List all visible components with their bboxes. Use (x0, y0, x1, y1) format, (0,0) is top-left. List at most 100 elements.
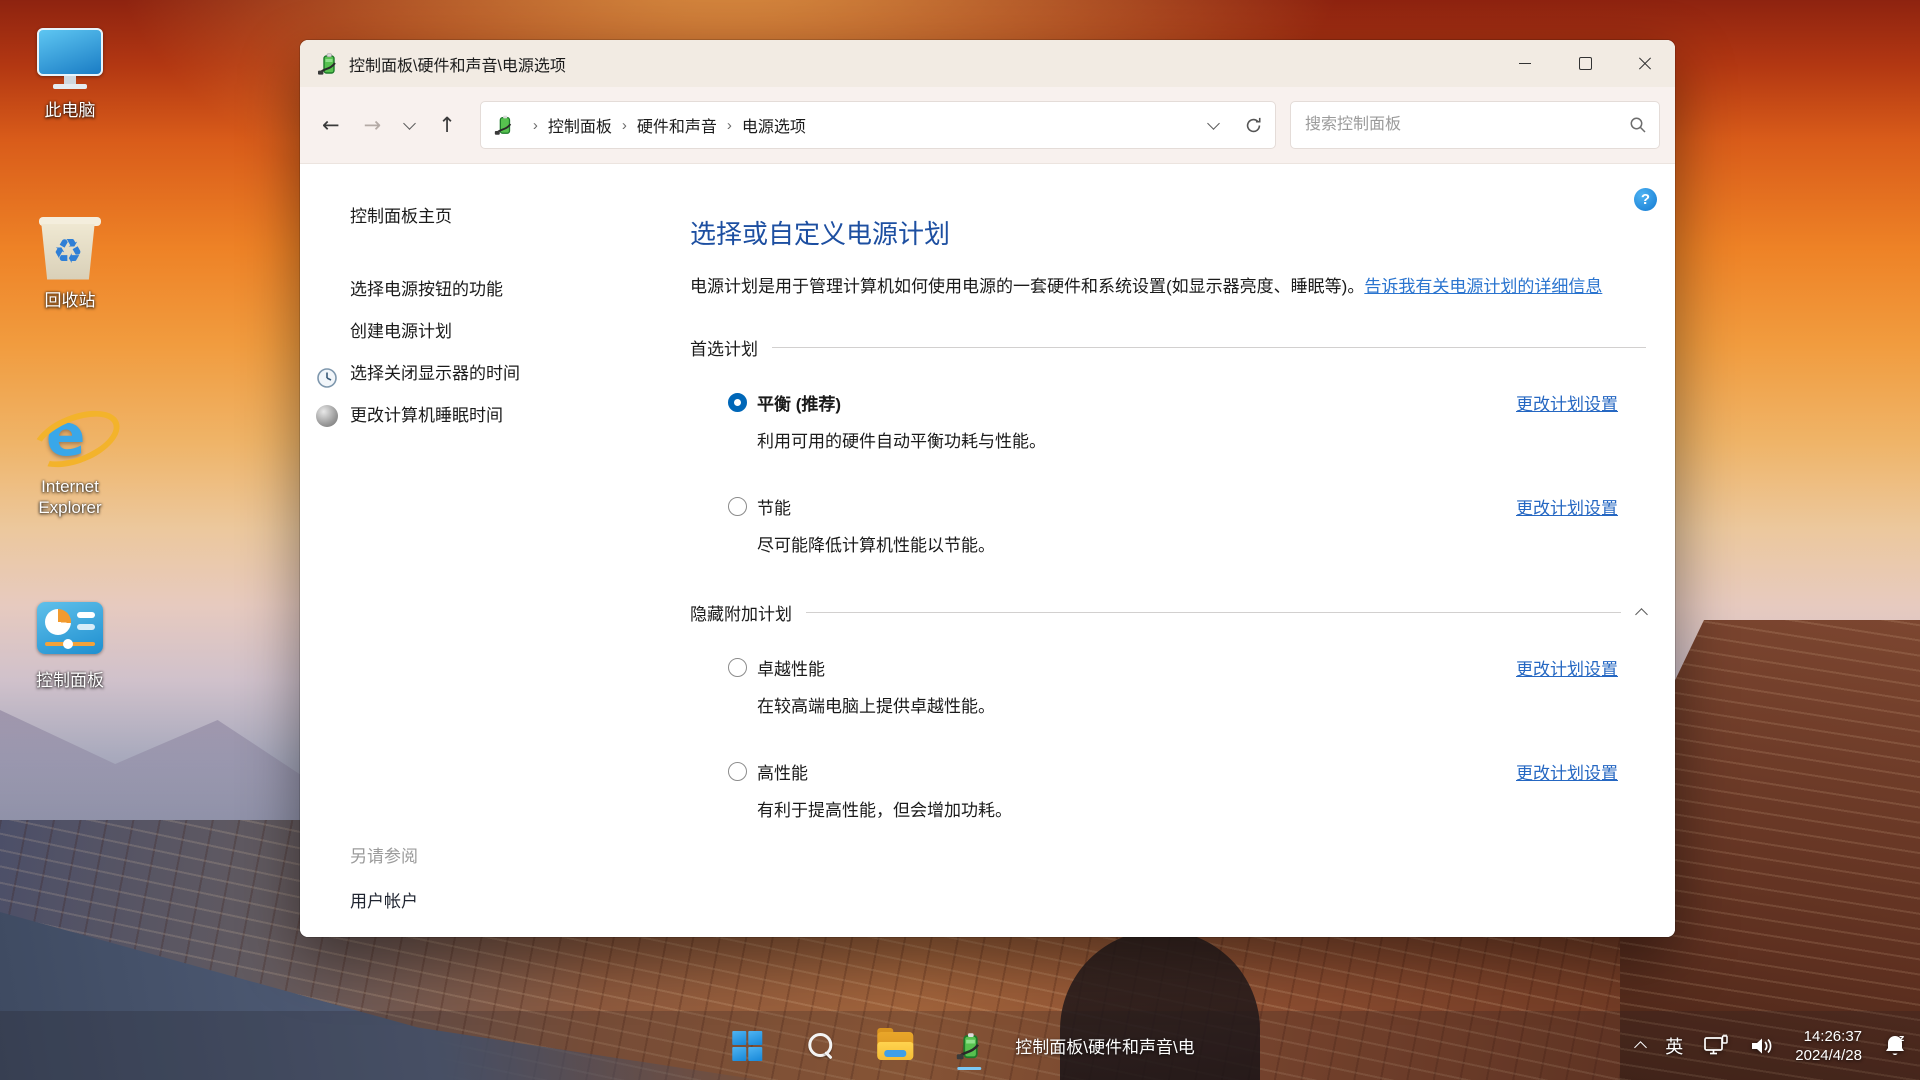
sidebar-item-display-off-time[interactable]: 选择关闭显示器的时间 (350, 353, 690, 395)
sidebar: 控制面板主页 选择电源按钮的功能 创建电源计划 选择关闭显示器的时间 (300, 164, 690, 937)
change-plan-settings-link[interactable]: 更改计划设置 (1516, 494, 1618, 519)
breadcrumb-control-panel[interactable]: 控制面板 (548, 113, 612, 137)
search-input[interactable] (1303, 115, 1629, 135)
sidebar-item-user-accounts[interactable]: 用户帐户 (350, 887, 418, 912)
clock-date: 2024/4/28 (1795, 1047, 1862, 1064)
up-button[interactable]: ↑ (438, 113, 456, 137)
clock-time: 14:26:37 (1804, 1028, 1862, 1045)
notification-bell-icon[interactable]: z (1882, 1033, 1908, 1059)
desktop-icon-label: Internet Explorer (8, 476, 132, 518)
power-options-breadcrumb-icon (493, 114, 515, 136)
change-plan-settings-link[interactable]: 更改计划设置 (1516, 390, 1618, 415)
change-plan-settings-link[interactable]: 更改计划设置 (1516, 759, 1618, 784)
search-icon (808, 1033, 834, 1059)
navigation-bar: ← → ↑ › 控制面板 › 硬件和声音 › 电源选项 (300, 87, 1675, 164)
sidebar-item-sleep-time[interactable]: 更改计算机睡眠时间 (350, 395, 690, 437)
help-button[interactable]: ? (1634, 188, 1657, 211)
recent-pages-chevron-icon[interactable] (403, 117, 416, 130)
taskbar: 控制面板\硬件和声音\电 英 (0, 1011, 1920, 1080)
window-title: 控制面板\硬件和声音\电源选项 (349, 52, 1495, 76)
help-question-icon: ? (1641, 191, 1650, 208)
main-content: 选择或自定义电源计划 电源计划是用于管理计算机如何使用电源的一套硬件和系统设置(… (690, 164, 1675, 937)
tray-overflow-chevron-icon[interactable] (1634, 1041, 1647, 1054)
sidebar-item-create-plan[interactable]: 创建电源计划 (350, 311, 690, 353)
control-panel-icon (8, 592, 132, 664)
back-button[interactable]: ← (322, 113, 340, 137)
plan-name[interactable]: 卓越性能 (757, 655, 825, 680)
control-panel-taskbar-button[interactable] (947, 1020, 991, 1072)
desktop-icon-internet-explorer[interactable]: e Internet Explorer (8, 398, 132, 518)
breadcrumb-power-options[interactable]: 电源选项 (742, 113, 806, 137)
desktop-icon-recycle-bin[interactable]: ♻ 回收站 (8, 212, 132, 311)
change-plan-settings-link[interactable]: 更改计划设置 (1516, 655, 1618, 680)
close-button[interactable] (1615, 40, 1675, 87)
breadcrumb-separator: › (622, 117, 627, 134)
plan-name[interactable]: 高性能 (757, 759, 808, 784)
minimize-button[interactable] (1495, 40, 1555, 87)
ime-language-indicator[interactable]: 英 (1665, 1033, 1683, 1059)
address-bar[interactable]: › 控制面板 › 硬件和声音 › 电源选项 (480, 101, 1276, 149)
desktop-icon-label: 回收站 (8, 290, 132, 311)
taskbar-clock[interactable]: 14:26:37 2024/4/28 (1795, 1027, 1862, 1065)
active-app-indicator (957, 1067, 981, 1070)
breadcrumb-separator: › (533, 117, 538, 134)
radio-power-saver[interactable] (728, 497, 747, 516)
search-box[interactable] (1290, 101, 1660, 149)
radio-high-performance[interactable] (728, 762, 747, 781)
intro-paragraph: 电源计划是用于管理计算机如何使用电源的一套硬件和系统设置(如显示器亮度、睡眠等)… (690, 273, 1646, 301)
page-title: 选择或自定义电源计划 (690, 214, 1646, 251)
sidebar-item-power-buttons[interactable]: 选择电源按钮的功能 (350, 269, 690, 311)
screen: 此电脑 ♻ 回收站 e Internet Explorer 控制面板 (0, 0, 1920, 1080)
recycle-bin-icon: ♻ (8, 212, 132, 284)
internet-explorer-icon: e (8, 398, 132, 470)
volume-icon[interactable] (1749, 1034, 1775, 1058)
desktop-icon-this-pc[interactable]: 此电脑 (8, 22, 132, 121)
refresh-icon (1244, 116, 1263, 135)
section-divider (806, 612, 1621, 613)
radio-balanced[interactable] (728, 393, 747, 412)
section-label: 隐藏附加计划 (690, 600, 792, 625)
forward-button[interactable]: → (364, 113, 382, 137)
window-body: ? 控制面板主页 选择电源按钮的功能 创建电源计划 选择关闭显示器的时间 (300, 164, 1675, 937)
refresh-button[interactable] (1244, 116, 1263, 135)
network-icon[interactable] (1703, 1034, 1729, 1058)
section-divider (772, 347, 1646, 348)
maximize-icon (1579, 57, 1592, 70)
maximize-button[interactable] (1555, 40, 1615, 87)
power-options-app-icon (316, 52, 340, 76)
sidebar-item-label: 选择关闭显示器的时间 (350, 364, 520, 383)
control-panel-window: 控制面板\硬件和声音\电源选项 ← → ↑ (300, 40, 1675, 937)
taskbar-search-button[interactable] (799, 1020, 843, 1072)
plan-balanced: 平衡 (推荐) 更改计划设置 利用可用的硬件自动平衡功耗与性能。 (690, 390, 1646, 452)
system-tray: 英 14:26:37 202 (1636, 1011, 1908, 1080)
sidebar-item-home[interactable]: 控制面板主页 (350, 202, 690, 227)
desktop-icon-control-panel[interactable]: 控制面板 (8, 592, 132, 691)
address-dropdown-chevron-icon[interactable] (1207, 117, 1220, 130)
window-titlebar[interactable]: 控制面板\硬件和声音\电源选项 (300, 40, 1675, 87)
plan-name[interactable]: 节能 (757, 494, 791, 519)
plan-high-performance: 高性能 更改计划设置 有利于提高性能，但会增加功耗。 (690, 759, 1646, 821)
clock-icon (316, 363, 338, 405)
svg-text:z: z (1899, 1034, 1904, 1044)
active-window-label[interactable]: 控制面板\硬件和声音\电 (1015, 1033, 1194, 1058)
minimize-icon (1519, 63, 1531, 64)
radio-ultimate-performance[interactable] (728, 658, 747, 677)
sidebar-item-label: 更改计算机睡眠时间 (350, 406, 503, 425)
collapse-chevron-icon[interactable] (1635, 608, 1648, 621)
plan-name[interactable]: 平衡 (推荐) (757, 390, 841, 415)
power-plan-info-link[interactable]: 告诉我有关电源计划的详细信息 (1364, 277, 1602, 296)
folder-icon (877, 1032, 913, 1060)
plan-ultimate-performance: 卓越性能 更改计划设置 在较高端电脑上提供卓越性能。 (690, 655, 1646, 717)
intro-text: 电源计划是用于管理计算机如何使用电源的一套硬件和系统设置(如显示器亮度、睡眠等)… (690, 277, 1364, 296)
windows-start-icon (732, 1031, 762, 1061)
see-also-section: 另请参阅 用户帐户 (350, 842, 418, 912)
start-button[interactable] (725, 1020, 769, 1072)
breadcrumb-hardware-sound[interactable]: 硬件和声音 (637, 113, 717, 137)
section-hidden-plans: 隐藏附加计划 (690, 600, 1646, 625)
plan-description: 尽可能降低计算机性能以节能。 (757, 531, 1646, 556)
file-explorer-button[interactable] (873, 1020, 917, 1072)
close-icon (1638, 57, 1652, 71)
plan-description: 有利于提高性能，但会增加功耗。 (757, 796, 1646, 821)
power-options-taskbar-icon (954, 1031, 984, 1061)
desktop-icon-label: 此电脑 (8, 100, 132, 121)
